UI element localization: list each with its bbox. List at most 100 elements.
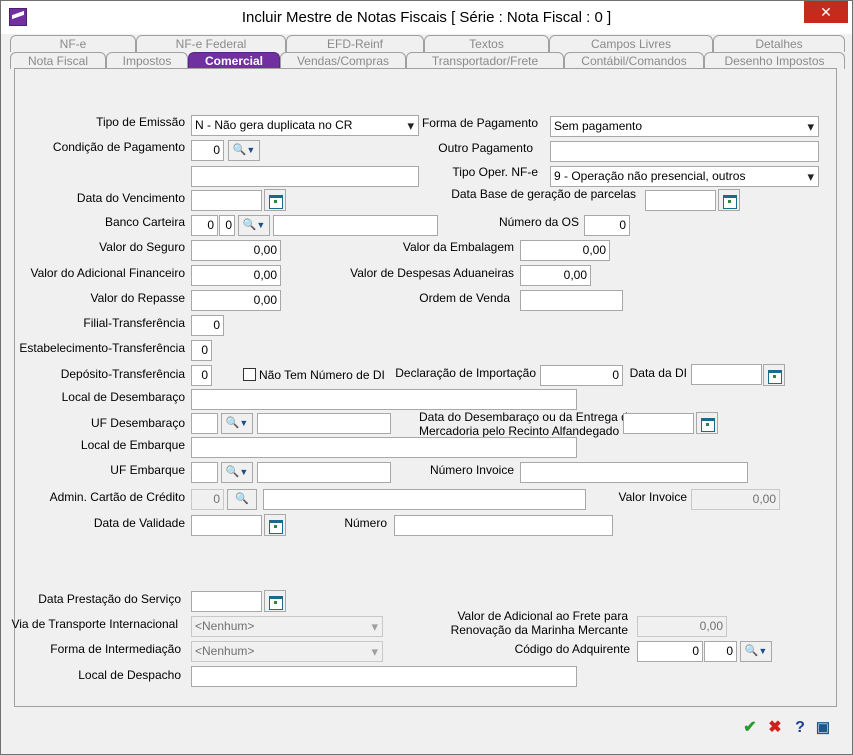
tab-contabil-comandos[interactable]: Contábil/Comandos [564, 52, 704, 69]
ordem-venda-label: Ordem de Venda [419, 291, 510, 305]
ordem-venda-input[interactable] [520, 290, 623, 311]
tab-campos-livres[interactable]: Campos Livres [549, 35, 713, 52]
valor-despesas-input[interactable]: 0,00 [520, 265, 591, 286]
uf-embarque-lookup-button[interactable]: 🔍▼ [221, 462, 253, 483]
close-button[interactable]: ✕ [804, 1, 848, 23]
data-di-input[interactable] [691, 364, 762, 385]
banco-input[interactable]: 0 [191, 215, 218, 236]
tab-transportador-frete[interactable]: Transportador/Frete [406, 52, 564, 69]
valor-adicional-frete-input: 0,00 [637, 616, 727, 637]
local-embarque-input[interactable] [191, 437, 577, 458]
cancel-button[interactable]: ✖ [765, 718, 785, 738]
help-button[interactable]: ? [790, 718, 810, 738]
forma-intermediacao-label: Forma de Intermediação [50, 642, 181, 656]
tab-detalhes[interactable]: Detalhes [713, 35, 845, 52]
uf-desembaraco-input[interactable] [191, 413, 218, 434]
admin-cartao-label: Admin. Cartão de Crédito [49, 490, 185, 504]
tipo-oper-select[interactable]: 9 - Operação não presencial, outros [550, 166, 819, 187]
codigo-adquirente-lookup-button[interactable]: 🔍▼ [740, 641, 772, 662]
codigo-adquirente-label: Código do Adquirente [514, 642, 630, 656]
estab-transf-label: Estabelecimento-Transferência [19, 341, 185, 355]
data-validade-calendar-button[interactable] [264, 514, 286, 536]
uf-desembaraco-lookup-button[interactable]: 🔍▼ [221, 413, 253, 434]
tab-efd-reinf[interactable]: EFD-Reinf [286, 35, 424, 52]
data-desembaraco-calendar-button[interactable] [696, 412, 718, 434]
search-icon: 🔍 [242, 219, 257, 231]
data-desembaraco-input[interactable] [623, 413, 694, 434]
dialog-window: Incluir Mestre de Notas Fiscais [ Série … [0, 0, 853, 755]
local-desembaraco-input[interactable] [191, 389, 577, 410]
tab-desenho-impostos[interactable]: Desenho Impostos [704, 52, 845, 69]
tab-nota-fiscal[interactable]: Nota Fiscal [10, 52, 106, 69]
admin-cartao-lookup-button: 🔍 [227, 489, 257, 510]
numero-invoice-label: Número Invoice [429, 463, 514, 477]
uf-embarque-label: UF Embarque [110, 463, 185, 477]
valor-repasse-input[interactable]: 0,00 [191, 290, 281, 311]
nao-tem-di-label: Não Tem Número de DI [259, 368, 385, 382]
forma-pagamento-label: Forma de Pagamento [421, 116, 538, 130]
help-icon: ? [795, 719, 805, 736]
data-prestacao-calendar-button[interactable] [264, 590, 286, 612]
banco-carteira-lookup-button[interactable]: 🔍▼ [238, 215, 270, 236]
numero-os-label: Número da OS [498, 215, 579, 229]
tab-impostos[interactable]: Impostos [106, 52, 188, 69]
tipo-emissao-select[interactable]: N - Não gera duplicata no CR [191, 115, 419, 136]
chevron-down-icon: ▼ [256, 220, 266, 230]
print-button[interactable]: ▣ [813, 718, 833, 738]
tab-nfe[interactable]: NF-e [10, 35, 136, 52]
tab-vendas-compras[interactable]: Vendas/Compras [280, 52, 406, 69]
valor-invoice-label: Valor Invoice [618, 490, 687, 504]
local-despacho-input[interactable] [191, 666, 577, 687]
title-bar: Incluir Mestre de Notas Fiscais [ Série … [1, 1, 852, 34]
data-base-calendar-button[interactable] [718, 189, 740, 211]
codigo-adquirente-input[interactable]: 0 [637, 641, 703, 662]
nao-tem-di-checkbox[interactable] [243, 368, 256, 381]
outro-pagamento-input[interactable] [550, 141, 819, 162]
data-base-input[interactable] [645, 190, 716, 211]
condicao-pagamento-description [191, 166, 419, 187]
valor-repasse-label: Valor do Repasse [90, 291, 186, 305]
numero-os-input[interactable]: 0 [584, 215, 630, 236]
data-di-label: Data da DI [629, 366, 687, 380]
deposito-transf-input[interactable]: 0 [191, 365, 212, 386]
filial-transf-input[interactable]: 0 [191, 315, 224, 336]
check-icon: ✔ [743, 719, 757, 736]
forma-intermediacao-select[interactable]: <Nenhum> [191, 641, 383, 662]
via-transporte-select[interactable]: <Nenhum> [191, 616, 383, 637]
confirm-button[interactable]: ✔ [740, 718, 760, 738]
via-transporte-label: Via de Transporte Internacional [11, 617, 178, 631]
carteira-input[interactable]: 0 [219, 215, 235, 236]
chevron-down-icon: ▼ [239, 418, 249, 428]
condicao-pagamento-lookup-button[interactable]: 🔍▼ [228, 140, 260, 161]
search-icon: 🔍 [744, 645, 759, 657]
data-vencimento-calendar-button[interactable] [264, 189, 286, 211]
estab-transf-input[interactable]: 0 [191, 340, 212, 361]
forma-pagamento-select[interactable]: Sem pagamento [550, 116, 819, 137]
uf-desembaraco-label: UF Desembaraço [90, 416, 185, 430]
valor-seguro-input[interactable]: 0,00 [191, 240, 281, 261]
declaracao-importacao-input[interactable]: 0 [540, 365, 623, 386]
numero-invoice-input[interactable] [520, 462, 748, 483]
data-vencimento-input[interactable] [191, 190, 262, 211]
banco-carteira-description [273, 215, 438, 236]
data-di-calendar-button[interactable] [763, 364, 785, 386]
banco-carteira-label: Banco Carteira [104, 215, 185, 229]
numero-label: Número [344, 516, 387, 530]
local-embarque-label: Local de Embarque [80, 438, 185, 452]
valor-embalagem-input[interactable]: 0,00 [520, 240, 610, 261]
data-validade-input[interactable] [191, 515, 262, 536]
codigo-adquirente-input-2[interactable]: 0 [704, 641, 737, 662]
data-validade-label: Data de Validade [93, 516, 185, 530]
data-vencimento-label: Data do Vencimento [76, 191, 185, 205]
tab-textos[interactable]: Textos [424, 35, 549, 52]
tab-comercial[interactable]: Comercial [188, 52, 280, 69]
uf-embarque-input[interactable] [191, 462, 218, 483]
tab-nfe-federal[interactable]: NF-e Federal [136, 35, 286, 52]
data-prestacao-input[interactable] [191, 591, 262, 612]
numero-input[interactable] [394, 515, 613, 536]
data-desembaraco-label-1: Data do Desembaraço ou da Entrega da [419, 410, 635, 424]
search-icon: 🔍 [225, 466, 240, 478]
tipo-oper-label: Tipo Oper. NF-e [452, 165, 538, 179]
condicao-pagamento-input[interactable]: 0 [191, 140, 224, 161]
valor-adicional-input[interactable]: 0,00 [191, 265, 281, 286]
